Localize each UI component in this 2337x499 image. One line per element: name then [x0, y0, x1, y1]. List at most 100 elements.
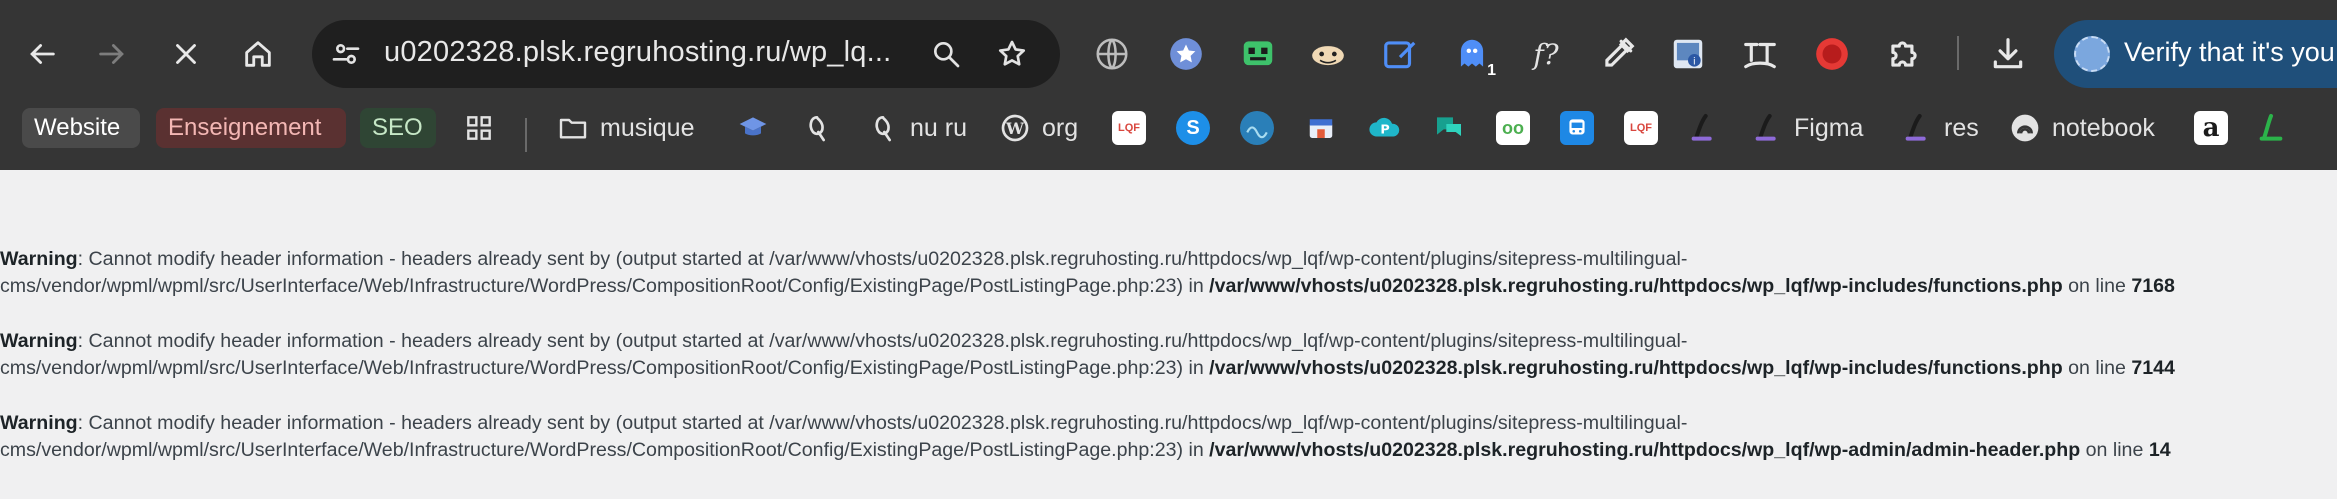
- php-warning: Warning: Cannot modify header informatio…: [0, 246, 2337, 300]
- bookmark-label: notebook: [2052, 113, 2155, 142]
- search-zoom-icon[interactable]: [926, 34, 966, 74]
- back-button[interactable]: [14, 26, 70, 82]
- browser-toolbar: u0202328.plsk.regruhosting.ru/wp_lq... 1: [0, 14, 2337, 94]
- bookmark-graduation[interactable]: [736, 108, 770, 148]
- verify-identity-button[interactable]: Verify that it's you: [2054, 20, 2337, 88]
- bookmark-label: musique: [600, 113, 695, 142]
- bookmark-label: res: [1944, 113, 1979, 142]
- loop-favicon[interactable]: oo: [1496, 111, 1530, 145]
- close-icon: [176, 44, 196, 64]
- ghost-icon[interactable]: 1: [1450, 32, 1496, 79]
- bookmarks-bar: Website Enseignement SEO musique nu ru W…: [0, 100, 2337, 156]
- bookmark-l-script-1[interactable]: [1686, 108, 1720, 148]
- page-content: Warning: Cannot modify header informatio…: [0, 170, 2337, 499]
- warning-file: /var/www/vhosts/u0202328.plsk.regruhosti…: [1209, 275, 2063, 297]
- stop-loading-button[interactable]: [158, 26, 214, 82]
- graduation-cap-icon: [736, 111, 770, 145]
- warning-message-cont: cms/vendor/wpml/wpml/src/UserInterface/W…: [0, 439, 1210, 461]
- bookmark-l-green[interactable]: [2254, 108, 2288, 148]
- warning-label: Warning: [0, 248, 78, 270]
- star-badge-icon[interactable]: [1164, 32, 1208, 76]
- home-button[interactable]: [230, 26, 286, 82]
- toolbar-separator: [1957, 36, 1959, 70]
- bookmark-folder-musique[interactable]: musique: [556, 108, 695, 148]
- svg-text:i: i: [1693, 56, 1696, 67]
- wave-favicon[interactable]: [1240, 111, 1274, 145]
- store-favicon[interactable]: [1304, 111, 1338, 145]
- warning-file: /var/www/vhosts/u0202328.plsk.regruhosti…: [1209, 357, 2063, 379]
- skype-favicon[interactable]: S: [1176, 111, 1210, 145]
- bookmark-q-script[interactable]: [800, 108, 834, 148]
- folder-icon: [556, 111, 590, 145]
- profile-avatar-icon: [2074, 36, 2110, 72]
- font-question-label: f?: [1533, 37, 1559, 71]
- dolphin-icon[interactable]: [1306, 32, 1350, 76]
- verify-label: Verify that it's you: [2124, 37, 2335, 67]
- home-icon: [245, 41, 271, 67]
- address-bar[interactable]: u0202328.plsk.regruhosting.ru/wp_lq...: [312, 20, 1060, 88]
- bookmark-nu-ru[interactable]: nu ru: [866, 108, 967, 148]
- warning-message: : Cannot modify header information - hea…: [77, 412, 1688, 434]
- php-warning: Warning: Cannot modify header informatio…: [0, 410, 2337, 464]
- warning-line: 7144: [2131, 357, 2175, 379]
- warning-message: : Cannot modify header information - hea…: [77, 330, 1688, 352]
- robot-icon[interactable]: [1236, 32, 1280, 76]
- eyedropper-icon[interactable]: [1596, 32, 1640, 76]
- warning-line: 7168: [2131, 275, 2175, 297]
- wordpress-icon: W: [998, 111, 1032, 145]
- warning-online: on line: [2062, 275, 2132, 297]
- bookmarks-separator: [525, 118, 527, 152]
- amazon-favicon[interactable]: a: [2194, 111, 2228, 145]
- q-script-icon: [866, 111, 900, 145]
- bookmark-res[interactable]: res: [1900, 108, 1979, 148]
- cloud-p-text: P: [1380, 123, 1389, 138]
- puzzle-icon[interactable]: [1882, 32, 1926, 76]
- q-script-icon: [800, 111, 834, 145]
- text-tool-icon[interactable]: [1738, 32, 1782, 76]
- php-warning: Warning: Cannot modify header informatio…: [0, 328, 2337, 382]
- l-script-icon: [1900, 111, 1934, 145]
- forward-button[interactable]: [84, 26, 140, 82]
- lqf2-favicon[interactable]: LQF: [1624, 111, 1658, 145]
- warning-online: on line: [2080, 439, 2149, 461]
- notebook-icon: [2008, 111, 2042, 145]
- apps-grid-button[interactable]: [462, 108, 496, 148]
- font-question-icon[interactable]: f?: [1524, 32, 1568, 76]
- tab-group-website[interactable]: Website: [22, 108, 140, 148]
- warning-label: Warning: [0, 330, 78, 352]
- record-icon[interactable]: [1810, 32, 1854, 76]
- bookmark-notebook[interactable]: notebook: [2008, 108, 2155, 148]
- bookmark-star-icon[interactable]: [992, 34, 1032, 74]
- warning-label: Warning: [0, 412, 78, 434]
- chat-favicon[interactable]: [1432, 111, 1466, 145]
- bookmark-org[interactable]: W org: [998, 108, 1078, 148]
- warning-message-cont: cms/vendor/wpml/wpml/src/UserInterface/W…: [0, 275, 1210, 297]
- bookmark-label: Figma: [1794, 113, 1864, 142]
- bookmark-figma[interactable]: Figma: [1750, 108, 1863, 148]
- url-text[interactable]: u0202328.plsk.regruhosting.ru/wp_lq...: [384, 36, 891, 69]
- warning-line: 14: [2148, 439, 2171, 461]
- l-script-icon: [1686, 111, 1720, 145]
- l-script-icon: [1750, 111, 1784, 145]
- tab-group-enseignement[interactable]: Enseignement: [156, 108, 346, 148]
- l-green-icon: [2254, 111, 2288, 145]
- arrow-right-icon: [99, 44, 124, 64]
- globe-icon[interactable]: [1090, 32, 1134, 76]
- apps-grid-icon: [462, 111, 496, 145]
- warning-message: : Cannot modify header information - hea…: [77, 248, 1688, 270]
- browser-chrome: u0202328.plsk.regruhosting.ru/wp_lq... 1: [0, 0, 2337, 170]
- image-info-icon[interactable]: i: [1666, 32, 1710, 76]
- bus-favicon[interactable]: [1560, 111, 1594, 145]
- lqf-favicon[interactable]: LQF: [1112, 111, 1146, 145]
- bookmark-label: org: [1042, 113, 1079, 142]
- tab-group-seo[interactable]: SEO: [360, 108, 436, 148]
- cloud-p-favicon[interactable]: P: [1368, 111, 1402, 145]
- site-settings-icon[interactable]: [326, 34, 366, 74]
- warning-online: on line: [2062, 357, 2132, 379]
- edit-square-icon[interactable]: [1378, 32, 1422, 76]
- ghost-badge: 1: [1487, 62, 1496, 79]
- download-icon[interactable]: [1986, 32, 2030, 76]
- arrow-left-icon: [30, 44, 55, 64]
- svg-text:W: W: [1005, 119, 1025, 138]
- bookmark-label: nu ru: [910, 113, 967, 142]
